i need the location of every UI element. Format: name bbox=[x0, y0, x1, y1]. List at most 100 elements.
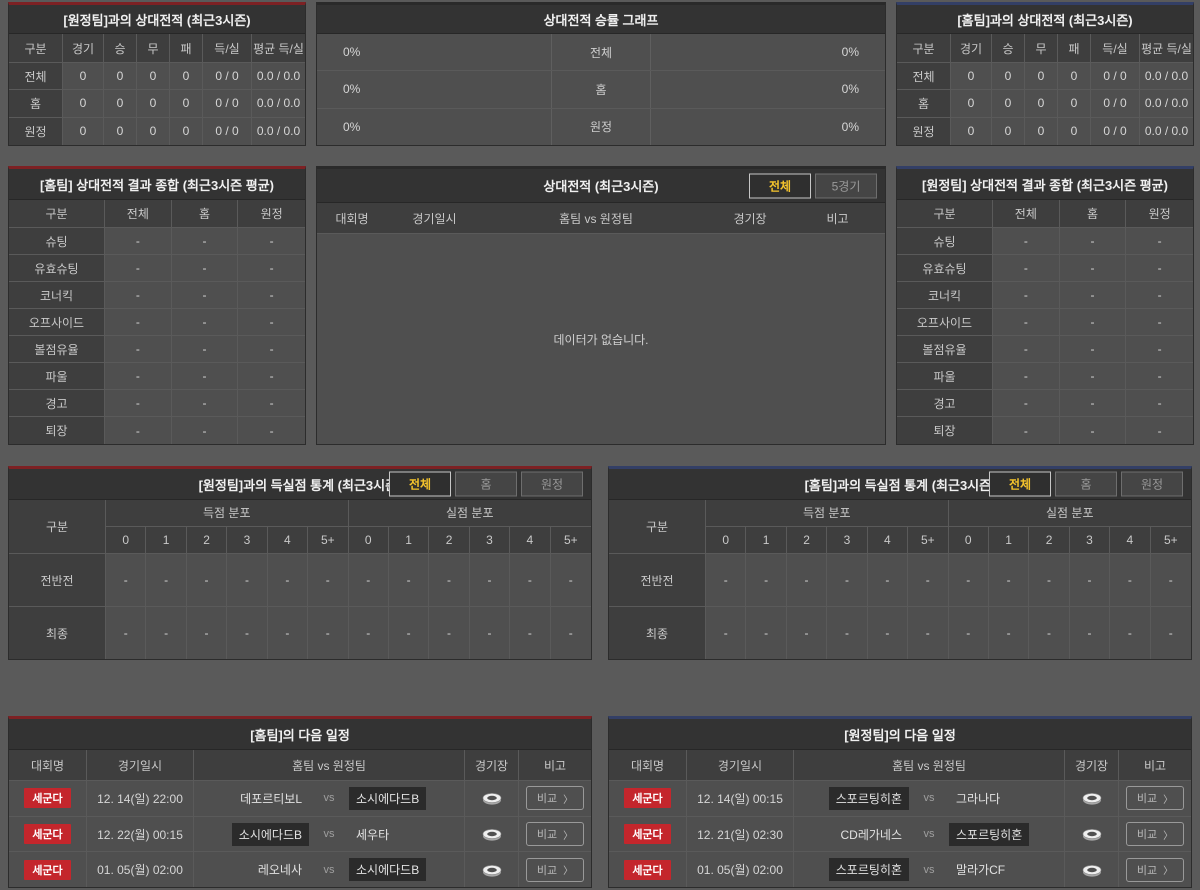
vs-label: vs bbox=[923, 792, 935, 805]
match-teams: 스포르팅히혼 vs 말라가CF bbox=[794, 858, 1064, 882]
panel-title: [원정팀] 상대전적 결과 종합 (최근3시즌 평균) bbox=[897, 169, 1193, 200]
table-row: 유효슈팅 - - - bbox=[9, 255, 305, 282]
compare-button[interactable]: 비교 〉 bbox=[1125, 822, 1185, 846]
cell: - bbox=[908, 607, 949, 659]
cell: - bbox=[706, 607, 747, 659]
cell: 0.0 / 0.0 bbox=[252, 117, 305, 145]
table-header: 구분 득점 분포 실점 분포 0 1 2 3 4 5+ 0 1 2 3 4 5+ bbox=[609, 500, 1191, 554]
cell: - bbox=[469, 554, 511, 606]
cell: - bbox=[746, 607, 787, 659]
away-win-percent: 0% bbox=[841, 119, 859, 134]
vs-label: vs bbox=[323, 863, 335, 876]
cell: - bbox=[1029, 554, 1070, 606]
match-teams: 스포르팅히혼 vs 그라나다 bbox=[794, 786, 1064, 810]
cell: - bbox=[827, 554, 868, 606]
home-team: CD레가네스 bbox=[840, 827, 903, 842]
group-header-goals-for: 득점 분포 bbox=[106, 500, 349, 527]
league-badge: 세군다 bbox=[24, 859, 71, 880]
column-header: 구분 bbox=[9, 200, 105, 228]
tab-away[interactable]: 원정 bbox=[521, 471, 583, 497]
panel-winrate-graph: 상대전적 승률 그래프 0% 전체 0% 0% 홈 0% 0% 원정 0% bbox=[316, 2, 886, 146]
column-header: 구분 bbox=[609, 500, 706, 553]
tab-all[interactable]: 전체 bbox=[749, 173, 811, 198]
table-row: 퇴장 - - - bbox=[897, 417, 1193, 444]
cell: - bbox=[1126, 363, 1193, 390]
cell: 0 / 0 bbox=[203, 117, 252, 145]
cell: - bbox=[1059, 390, 1127, 417]
compare-button[interactable]: 비교 〉 bbox=[525, 822, 585, 846]
panel-title: [홈팀] 상대전적 결과 종합 (최근3시즌 평균) bbox=[9, 169, 305, 200]
stadium-icon[interactable] bbox=[481, 826, 503, 842]
table-row: 파울 - - - bbox=[9, 363, 305, 390]
column-header: 경기장 bbox=[1065, 750, 1119, 780]
stadium-icon[interactable] bbox=[1081, 862, 1103, 878]
compare-button[interactable]: 비교 〉 bbox=[1125, 857, 1185, 882]
table-row: 슈팅 - - - bbox=[9, 228, 305, 255]
tab-all[interactable]: 전체 bbox=[989, 471, 1051, 497]
cell: - bbox=[948, 554, 989, 606]
cell: 0 bbox=[170, 90, 203, 118]
tab-away[interactable]: 원정 bbox=[1121, 471, 1183, 497]
column-header: 평균 득/실 bbox=[252, 34, 305, 63]
cell: - bbox=[105, 417, 172, 444]
stadium-icon[interactable] bbox=[1081, 790, 1103, 806]
compare-button[interactable]: 비교 〉 bbox=[525, 786, 585, 811]
compare-button[interactable]: 비교 〉 bbox=[1125, 786, 1185, 811]
tab-home[interactable]: 홈 bbox=[455, 471, 517, 497]
panel-title-bar: [홈팀]과의 득실점 통계 (최근3시즌) 전체 홈 원정 bbox=[609, 469, 1191, 500]
cell: 0 bbox=[63, 90, 104, 118]
tab-5games[interactable]: 5경기 bbox=[815, 173, 877, 198]
tab-all[interactable]: 전체 bbox=[389, 471, 451, 497]
cell: 0 bbox=[992, 117, 1025, 145]
column-header: 경기일시 bbox=[412, 211, 457, 226]
cell: 전체 bbox=[897, 63, 951, 91]
cell: - bbox=[348, 554, 389, 606]
cell: 0 bbox=[1025, 90, 1058, 118]
page: { "ui": { "vs": "vs", "compare": "비교", "… bbox=[0, 0, 1200, 890]
cell: 0 bbox=[63, 63, 104, 91]
home-team: 스포르팅히혼 bbox=[828, 786, 909, 810]
cell: - bbox=[550, 554, 591, 606]
summary-away-table: 구분 전체 홈 원정 슈팅 - - - 유효슈팅 - - - 코너킥 - - - 오프사이드 - - - 볼점… bbox=[897, 200, 1193, 444]
cell: - bbox=[105, 255, 172, 282]
cell: 슈팅 bbox=[897, 228, 993, 255]
panel-h2h-home: [홈팀]과의 상대전적 (최근3시즌) 구분 경기 승 무 패 득/실 평균 득/실 전체 0… bbox=[896, 2, 1194, 146]
compare-button-label: 비교 bbox=[536, 793, 558, 806]
row-label: 전반전 bbox=[9, 554, 106, 606]
panel-title: [원정팀]과의 득실점 통계 (최근3시즌) bbox=[198, 477, 402, 493]
stadium-icon[interactable] bbox=[1081, 826, 1103, 842]
column-header: 2 bbox=[429, 526, 470, 553]
cell: - bbox=[1126, 282, 1193, 309]
vs-label: vs bbox=[923, 828, 935, 840]
table-row: 원정 0 0 0 0 0 / 0 0.0 / 0.0 bbox=[897, 117, 1193, 145]
column-header: 구분 bbox=[897, 200, 993, 228]
cell: 0 bbox=[104, 63, 137, 91]
stadium-icon[interactable] bbox=[481, 862, 503, 878]
chevron-right-icon: 〉 bbox=[1163, 794, 1174, 806]
goals-away-table: 구분 득점 분포 실점 분포 0 1 2 3 4 5+ 0 1 2 3 4 5+ 전반전 bbox=[9, 500, 591, 659]
column-header: 무 bbox=[1025, 34, 1058, 63]
cell: - bbox=[1059, 336, 1127, 363]
cell: - bbox=[106, 607, 147, 659]
h2h-away-table: 구분 경기 승 무 패 득/실 평균 득/실 전체 0 0 0 0 0 / 0 0.0 / 0.0 홈0… bbox=[9, 34, 305, 145]
cell: - bbox=[988, 554, 1030, 606]
column-header: 구분 bbox=[9, 500, 106, 553]
cell: - bbox=[171, 336, 239, 363]
cell: 원정 bbox=[897, 117, 951, 145]
vs-label: vs bbox=[323, 828, 335, 840]
column-header: 4 bbox=[510, 526, 551, 553]
cell: - bbox=[510, 607, 551, 659]
column-header: 홈팀 vs 원정팀 bbox=[794, 750, 1065, 780]
column-header: 비고 bbox=[543, 758, 567, 773]
panel-summary-home: [홈팀] 상대전적 결과 종합 (최근3시즌 평균) 구분 전체 홈 원정 슈팅 - - -… bbox=[8, 166, 306, 445]
stadium-icon[interactable] bbox=[481, 790, 503, 806]
cell: - bbox=[746, 554, 787, 606]
winrate-row: 0% 원정 0% bbox=[317, 108, 885, 145]
tab-home[interactable]: 홈 bbox=[1055, 471, 1117, 497]
league-badge: 세군다 bbox=[24, 788, 71, 809]
away-team: 소시에다드B bbox=[349, 858, 427, 882]
cell: - bbox=[993, 390, 1060, 417]
table-row: 슈팅 - - - bbox=[897, 228, 1193, 255]
compare-button[interactable]: 비교 〉 bbox=[525, 857, 585, 882]
cell: - bbox=[238, 336, 305, 363]
